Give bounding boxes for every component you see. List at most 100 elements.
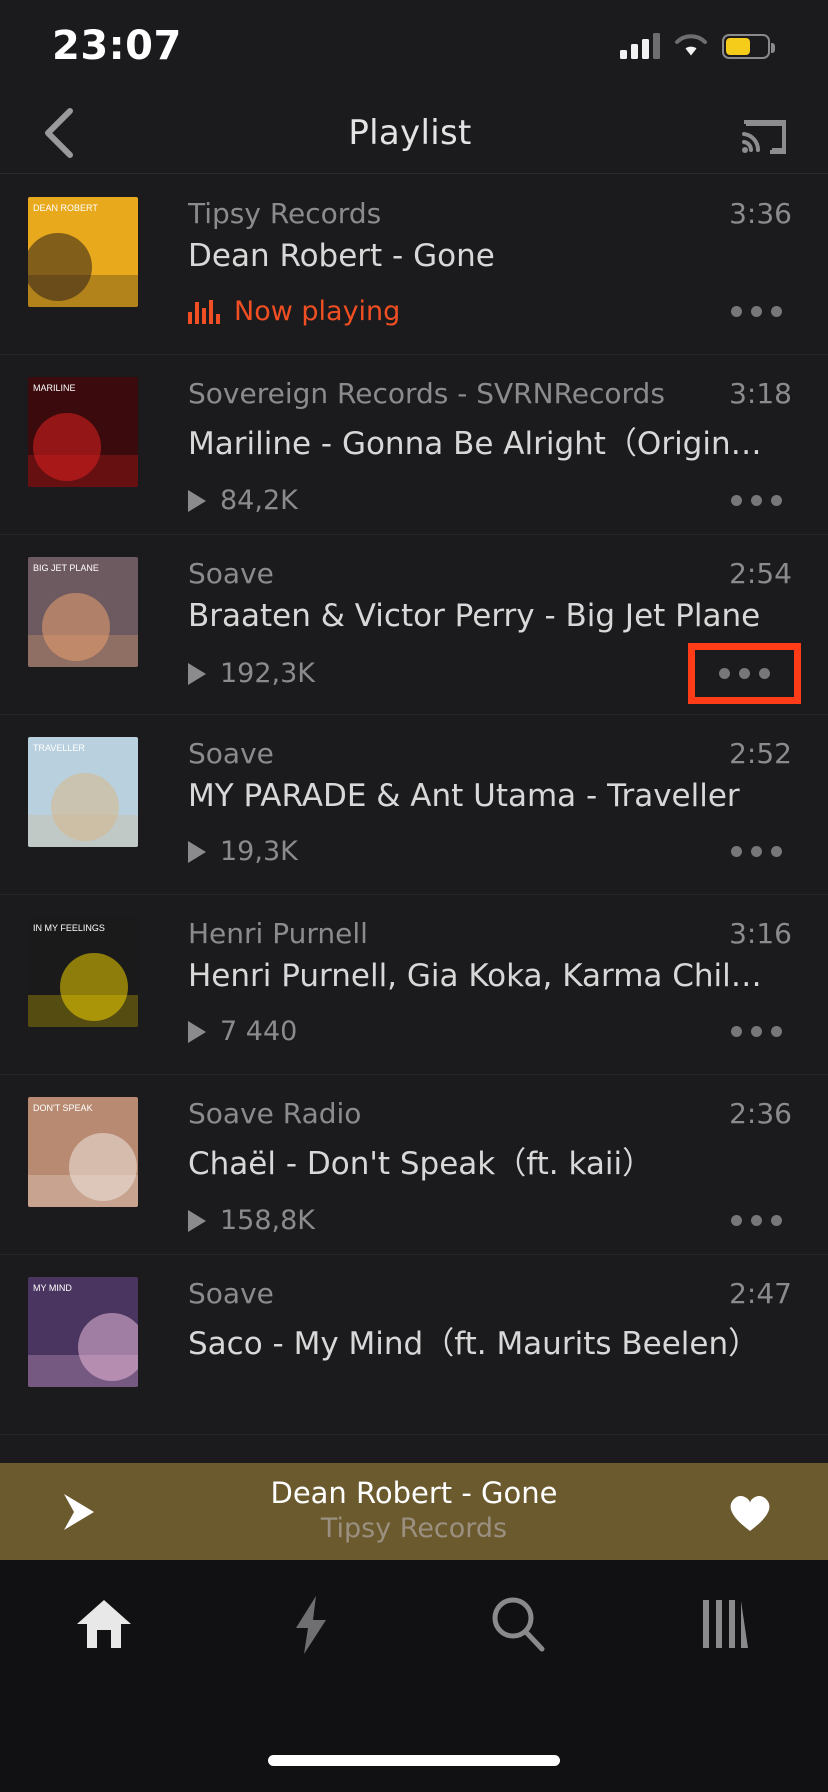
track-title: Braaten & Victor Perry - Big Jet Plane [188,598,761,634]
nav-tab-search[interactable] [414,1594,621,1654]
lightning-icon [295,1596,326,1654]
play-count-value: 84,2K [220,485,298,516]
track-info: Tipsy Records 3:36 Dean Robert - Gone Now p… [138,197,792,354]
album-art: IN MY FEELINGS [28,917,138,1027]
nav-tab-library[interactable] [621,1594,828,1652]
track-duration: 2:54 [729,557,792,590]
album-art: TRAVELLER [28,737,138,847]
track-title: Chaël - Don't Speak（ft. kaii） [188,1146,654,1182]
status-bar: 23:07 [0,0,828,92]
play-triangle-icon [188,1020,206,1043]
mini-play-button[interactable] [40,1488,116,1536]
cast-icon[interactable] [740,112,788,154]
track-info: Henri Purnell 3:16 Henri Purnell, Gia Koka… [138,917,792,1074]
svg-text:TRAVELLER: TRAVELLER [33,743,85,753]
track-label: Soave [188,737,274,770]
track-info: Soave 2:54 Braaten & Victor Perry - Big Je… [138,557,801,714]
bottom-nav-bar[interactable] [0,1560,828,1792]
track-meta-row: Soave 2:54 [188,557,792,590]
track-bottom-row: 192,3K [188,643,801,704]
track-label: Soave [188,557,274,590]
track-duration: 3:16 [729,917,792,950]
track-title: MY PARADE & Ant Utama - Traveller [188,778,740,814]
play-count: 7 440 [188,1016,297,1047]
track-info: Soave 2:47 Saco - My Mind（ft. Maurits Beel… [138,1277,792,1434]
track-info: Soave Radio 2:36 Chaël - Don't Speak（ft. k… [138,1097,792,1254]
track-duration: 2:52 [729,737,792,770]
track-row[interactable]: MARILINE Sovereign Records - SVRNRecords 3… [0,355,828,535]
track-row[interactable]: IN MY FEELINGS Henri Purnell 3:16 Henri Pur… [0,895,828,1075]
track-bottom-row: 84,2K [188,481,792,520]
status-indicators [620,33,775,59]
track-label: Tipsy Records [188,197,382,230]
now-playing-label: Now playing [234,296,401,327]
play-count: 84,2K [188,485,298,516]
track-meta-row: Soave 2:52 [188,737,792,770]
status-clock: 23:07 [52,23,182,69]
favorite-button[interactable] [712,1489,788,1535]
play-count: 19,3K [188,836,298,867]
track-meta-row: Sovereign Records - SVRNRecords 3:18 [188,377,792,410]
track-row[interactable]: DEAN ROBERT Tipsy Records 3:36 Dean Robert … [0,175,828,355]
mini-player[interactable]: Dean Robert - Gone Tipsy Records [0,1463,828,1560]
track-meta-row: Henri Purnell 3:16 [188,917,792,950]
play-count-value: 192,3K [220,658,316,689]
battery-icon [722,33,775,59]
page-title: Playlist [348,112,472,153]
track-overflow-menu[interactable] [721,292,792,331]
track-label: Sovereign Records - SVRNRecords [188,377,665,410]
nav-tab-home[interactable] [0,1594,207,1652]
svg-text:DEAN ROBERT: DEAN ROBERT [33,203,98,213]
track-row[interactable]: DON'T SPEAK Soave Radio 2:36 Chaël - Don't … [0,1075,828,1255]
track-duration: 3:18 [729,377,792,410]
track-title: Mariline - Gonna Be Alright（Original Mix… [188,426,778,462]
track-meta-row: Soave 2:47 [188,1277,792,1310]
mini-player-title: Dean Robert - Gone [270,1475,558,1510]
svg-text:BIG JET PLANE: BIG JET PLANE [33,563,99,573]
play-triangle-icon [188,489,206,512]
svg-text:IN MY FEELINGS: IN MY FEELINGS [33,923,105,933]
track-bottom-row: Now playing [188,292,792,331]
track-duration: 3:36 [729,197,792,230]
track-title: Saco - My Mind（ft. Maurits Beelen） [188,1326,760,1362]
home-icon [76,1600,131,1648]
app-screen: 23:07 Playlist DEAN ROBERT Tipsy Records… [0,0,828,1792]
track-title: Henri Purnell, Gia Koka, Karma Child - I… [188,958,778,994]
track-row[interactable]: BIG JET PLANE Soave 2:54 Braaten & Victor P… [0,535,828,715]
track-row[interactable]: MY MIND Soave 2:47 Saco - My Mind（ft. Mauri… [0,1255,828,1435]
play-count: 158,8K [188,1205,315,1236]
album-art: DEAN ROBERT [28,197,138,307]
track-label: Henri Purnell [188,917,368,950]
album-art: MY MIND [28,1277,138,1387]
mini-player-info[interactable]: Dean Robert - Gone Tipsy Records [116,1476,712,1544]
play-triangle-icon [188,1209,206,1232]
cellular-signal-icon [620,33,660,59]
track-overflow-menu[interactable] [721,832,792,871]
chevron-left-icon[interactable] [40,105,80,161]
track-overflow-menu[interactable] [721,1012,792,1051]
track-overflow-menu[interactable] [721,1201,792,1240]
page-header: Playlist [0,92,828,174]
track-duration: 2:36 [729,1097,792,1130]
track-label: Soave [188,1277,274,1310]
track-info: Sovereign Records - SVRNRecords 3:18 Maril… [138,377,792,534]
track-bottom-row: 19,3K [188,832,792,871]
album-art: DON'T SPEAK [28,1097,138,1207]
svg-text:MARILINE: MARILINE [33,383,76,393]
track-overflow-menu[interactable] [721,481,792,520]
track-title: Dean Robert - Gone [188,238,495,274]
album-art: BIG JET PLANE [28,557,138,667]
play-icon [64,1493,94,1530]
svg-text:MY MIND: MY MIND [33,1283,72,1293]
track-row[interactable]: TRAVELLER Soave 2:52 MY PARADE & Ant Utama … [0,715,828,895]
track-overflow-menu[interactable] [688,643,801,704]
play-count-value: 7 440 [220,1016,298,1047]
play-count-value: 19,3K [220,836,298,867]
library-icon [702,1600,748,1648]
track-duration: 2:47 [729,1277,792,1310]
track-bottom-row: 158,8K [188,1201,792,1240]
svg-text:DON'T SPEAK: DON'T SPEAK [33,1103,93,1113]
track-info: Soave 2:52 MY PARADE & Ant Utama - Travell… [138,737,792,894]
play-count-value: 158,8K [220,1205,316,1236]
nav-tab-trending[interactable] [207,1594,414,1656]
